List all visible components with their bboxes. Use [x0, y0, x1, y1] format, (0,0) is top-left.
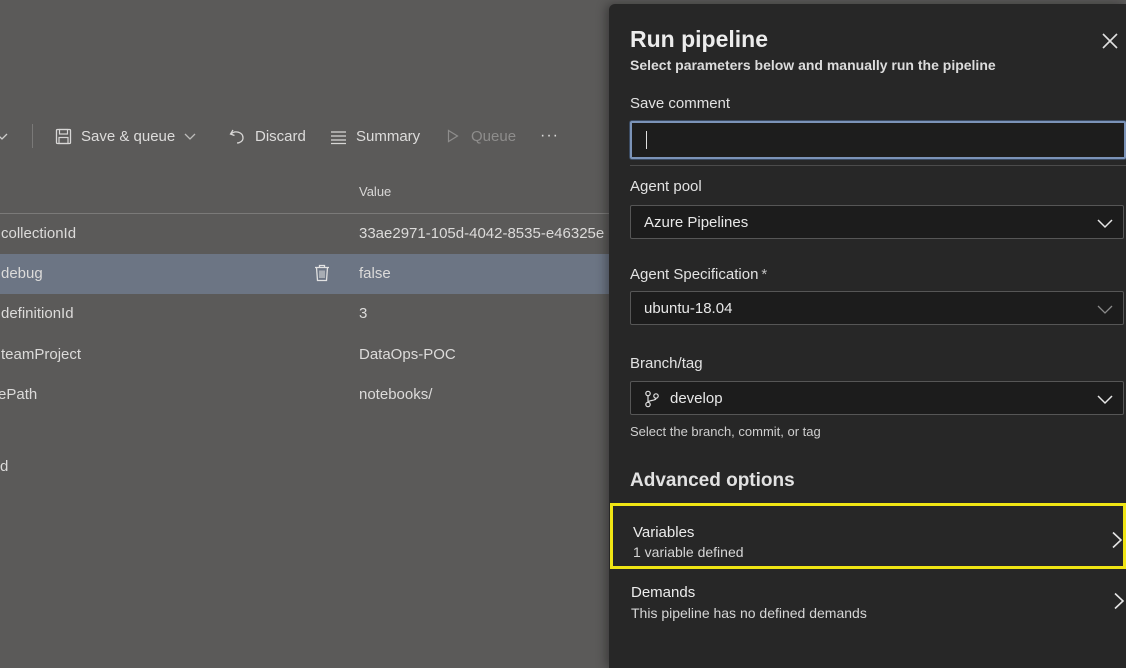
branch-help-text: Select the branch, commit, or tag: [630, 424, 821, 439]
branch-tag-dropdown[interactable]: develop: [630, 381, 1124, 415]
agent-spec-label: Agent Specification *: [630, 266, 767, 283]
variable-name: collectionId: [1, 225, 77, 242]
agent-spec-value: ubuntu-18.04: [644, 300, 733, 317]
demands-description: This pipeline has no defined demands: [631, 605, 867, 621]
variables-option[interactable]: Variables 1 variable defined: [610, 503, 1126, 569]
agent-spec-dropdown[interactable]: ubuntu-18.04: [630, 291, 1124, 325]
save-comment-field[interactable]: [630, 121, 1126, 159]
run-pipeline-panel: Run pipeline Select parameters below and…: [609, 4, 1126, 668]
chevron-right-icon: [1113, 592, 1125, 615]
chevron-down-icon[interactable]: [0, 118, 8, 154]
trash-icon[interactable]: [314, 264, 330, 286]
variable-name: teamProject: [1, 346, 82, 363]
agent-pool-dropdown[interactable]: Azure Pipelines: [630, 205, 1124, 239]
save-queue-label: Save & queue: [81, 127, 176, 145]
queue-button[interactable]: Queue: [447, 118, 516, 154]
table-row[interactable]: debug false: [0, 254, 610, 294]
chevron-right-icon: [1111, 531, 1123, 554]
agent-pool-label: Agent pool: [630, 178, 702, 195]
summary-button[interactable]: Summary: [330, 118, 420, 154]
variable-name: debug: [1, 265, 43, 282]
discard-button[interactable]: Discard: [229, 118, 306, 154]
panel-title: Run pipeline: [630, 26, 768, 52]
chevron-down-icon: [1097, 216, 1113, 234]
variable-value: DataOps-POC: [359, 346, 456, 363]
demands-option[interactable]: Demands This pipeline has no defined dem…: [611, 574, 1126, 636]
chevron-down-icon[interactable]: [184, 130, 196, 142]
play-icon: [447, 129, 459, 143]
more-options-icon[interactable]: ···: [540, 118, 559, 154]
save-queue-button[interactable]: Save & queue: [55, 118, 196, 154]
more-options-label: ···: [540, 127, 559, 144]
close-icon[interactable]: [1101, 32, 1119, 50]
save-comment-label: Save comment: [630, 95, 731, 112]
required-marker: *: [761, 266, 768, 283]
truncated-text: d: [0, 458, 9, 475]
chevron-down-icon: [1097, 302, 1113, 320]
variable-value: false: [359, 265, 391, 282]
list-icon: [330, 128, 347, 145]
comment-divider: [630, 165, 1126, 166]
git-branch-icon: [644, 390, 660, 413]
toolbar-divider: [32, 124, 33, 148]
branch-value: develop: [670, 390, 723, 407]
summary-label: Summary: [356, 127, 421, 145]
branch-tag-label: Branch/tag: [630, 355, 703, 372]
variables-title: Variables: [633, 524, 695, 541]
agent-pool-value: Azure Pipelines: [644, 214, 749, 231]
chevron-down-icon: [1097, 392, 1113, 410]
variable-value: notebooks/: [359, 386, 433, 403]
discard-label: Discard: [255, 127, 306, 145]
variable-value: 33ae2971-105d-4042-8535-e46325e: [359, 225, 605, 242]
value-column-header: Value: [359, 184, 392, 199]
undo-icon: [229, 128, 246, 145]
table-row[interactable]: collectionId 33ae2971-105d-4042-8535-e46…: [0, 214, 610, 254]
toolbar: Save & queue Discard Summary Queue ···: [0, 118, 610, 154]
table-row[interactable]: definitionId 3: [0, 294, 610, 334]
queue-label: Queue: [471, 127, 517, 145]
save-icon: [55, 128, 72, 145]
agent-spec-label-text: Agent Specification: [630, 266, 759, 283]
panel-subtitle: Select parameters below and manually run…: [630, 57, 996, 73]
table-row[interactable]: teamProject DataOps-POC: [0, 335, 610, 375]
table-row[interactable]: ePath notebooks/: [0, 375, 610, 415]
text-caret: [646, 131, 647, 149]
demands-title: Demands: [631, 584, 696, 601]
advanced-options-heading: Advanced options: [630, 470, 795, 491]
variables-description: 1 variable defined: [633, 544, 744, 560]
save-comment-input[interactable]: [632, 123, 1124, 157]
variable-value: 3: [359, 305, 368, 322]
variable-name: definitionId: [1, 305, 74, 322]
variable-name: ePath: [0, 386, 38, 403]
